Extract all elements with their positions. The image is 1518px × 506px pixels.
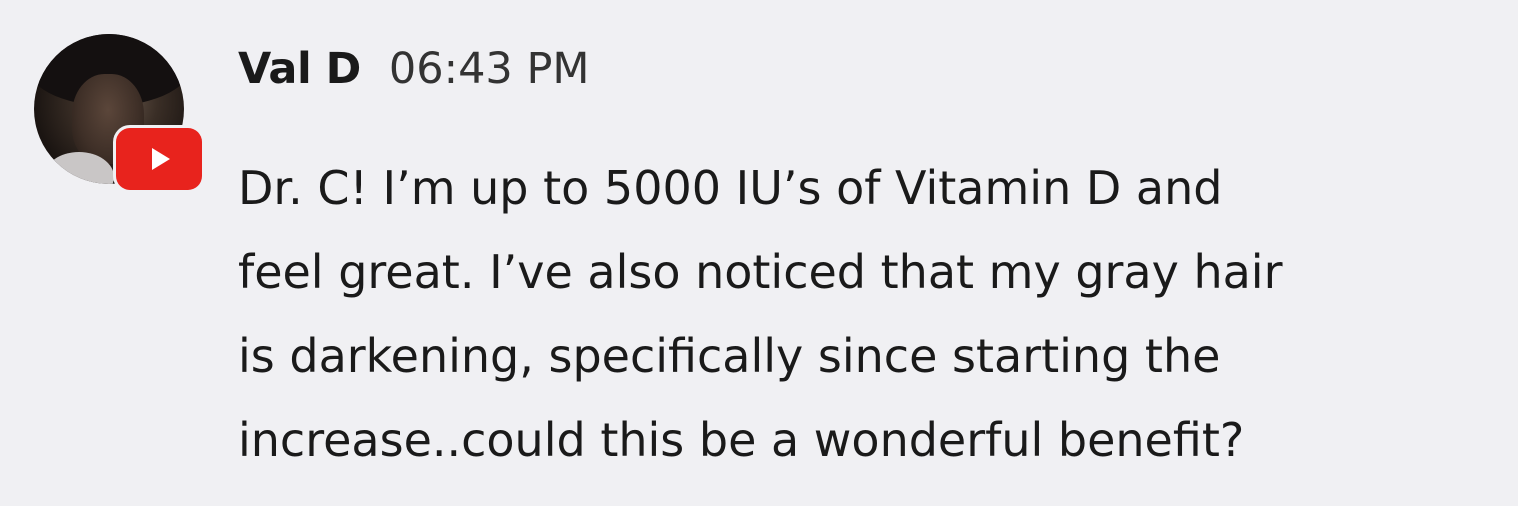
comment-timestamp: 06:43 PM xyxy=(388,44,590,94)
avatar-group[interactable] xyxy=(34,34,204,194)
message-line: Dr. C! I’m up to 5000 IU’s of Vitamin D … xyxy=(238,161,1223,215)
comment-card: Val D 06:43 PM Dr. C! I’m up to 5000 IU’… xyxy=(0,0,1518,506)
message-line: is darkening, specifically since startin… xyxy=(238,329,1221,383)
author-name[interactable]: Val D xyxy=(238,44,361,94)
play-triangle-icon xyxy=(152,148,170,170)
youtube-play-icon xyxy=(116,128,202,190)
message-line: increase..could this be a wonderful bene… xyxy=(238,413,1245,467)
message-line: feel great. I’ve also noticed that my gr… xyxy=(238,245,1283,299)
comment-header: Val D 06:43 PM xyxy=(238,44,589,114)
comment-message: Dr. C! I’m up to 5000 IU’s of Vitamin D … xyxy=(238,146,1478,482)
